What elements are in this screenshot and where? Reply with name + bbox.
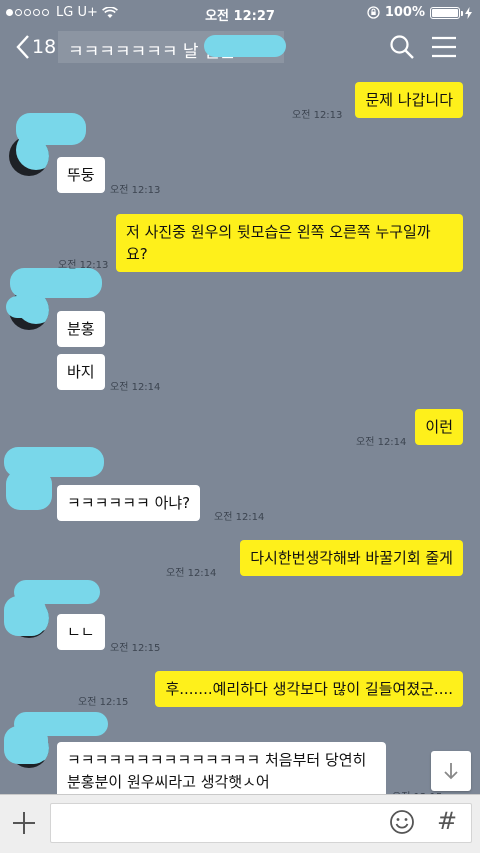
unread-count: 18	[32, 36, 57, 58]
hash-icon[interactable]: #	[437, 807, 457, 835]
back-chevron-icon	[16, 35, 29, 59]
message-bubble-mine[interactable]: 저 사진중 원우의 뒷모습은 왼쪽 오른쪽 누구일까 요?	[116, 214, 463, 272]
status-bar: LG U+ 오전 12:27 100%	[0, 0, 480, 26]
message-time: 오전 12:14	[356, 437, 407, 448]
message-line: 분홍분이 원우씨라고 생각햇ㅅ어	[67, 773, 270, 791]
message-bubble-mine[interactable]: 이런	[415, 409, 463, 445]
message-line: 요?	[126, 245, 148, 263]
censor-scribble	[16, 113, 86, 145]
message-bubble-theirs[interactable]: 바지	[57, 354, 105, 390]
arrow-down-icon	[444, 763, 458, 780]
message-time: 오전 12:15	[110, 643, 161, 654]
message-bubble-mine[interactable]: 다시한번생각해봐 바꿀기회 줄게	[240, 540, 463, 576]
menu-icon[interactable]	[431, 34, 457, 60]
charging-bolt-icon	[465, 6, 472, 19]
message-bubble-theirs[interactable]: 뚜둥	[57, 157, 105, 193]
chat-header: 18 ㅋㅋㅋㅋㅋㅋㅋ 날 길들	[0, 26, 480, 74]
message-line: ㅋㅋㅋㅋㅋㅋㅋㅋㅋㅋㅋㅋㅋㅋ 처음부터 당연히	[67, 751, 367, 769]
censor-scribble	[6, 470, 52, 510]
message-input-bar: #	[0, 794, 480, 853]
back-button[interactable]: 18	[16, 34, 56, 60]
plus-icon[interactable]	[12, 811, 36, 835]
battery-icon	[430, 6, 463, 19]
message-bubble-theirs[interactable]: ㅋㅋㅋㅋㅋㅋ 아냐?	[57, 485, 201, 521]
censor-scribble	[6, 296, 46, 318]
rotation-lock-icon	[367, 6, 380, 19]
emoji-icon[interactable]	[389, 809, 415, 835]
message-time: 오전 12:14	[214, 512, 265, 523]
message-bubble-mine[interactable]: 문제 나갑니다	[355, 82, 463, 118]
message-time: 오전 12:15	[78, 697, 129, 708]
status-right: 100%	[367, 5, 472, 20]
censor-scribble	[10, 268, 102, 298]
battery-percent: 100%	[384, 5, 425, 20]
censor-scribble	[204, 35, 286, 57]
message-time: 오전 12:13	[58, 260, 109, 271]
message-bubble-mine[interactable]: 후.......예리하다 생각보다 많이 길들여졌군....	[155, 671, 463, 707]
message-bubble-theirs[interactable]: ㅋㅋㅋㅋㅋㅋㅋㅋㅋㅋㅋㅋㅋㅋ 처음부터 당연히 분홍분이 원우씨라고 생각햇ㅅ어	[57, 742, 386, 800]
censor-scribble	[4, 726, 48, 764]
message-time: 오전 12:14	[166, 568, 217, 579]
message-time: 오전 12:13	[292, 110, 343, 121]
message-bubble-theirs[interactable]: 분홍	[57, 311, 105, 347]
message-time: 오전 12:13	[110, 185, 161, 196]
message-bubble-theirs[interactable]: ㄴㄴ	[57, 614, 105, 650]
search-icon[interactable]	[389, 34, 415, 60]
message-time: 오전 12:14	[110, 382, 161, 393]
censor-scribble	[4, 596, 46, 636]
scroll-to-bottom-button[interactable]	[431, 751, 471, 791]
message-line: 저 사진중 원우의 뒷모습은 왼쪽 오른쪽 누구일까	[126, 223, 431, 241]
